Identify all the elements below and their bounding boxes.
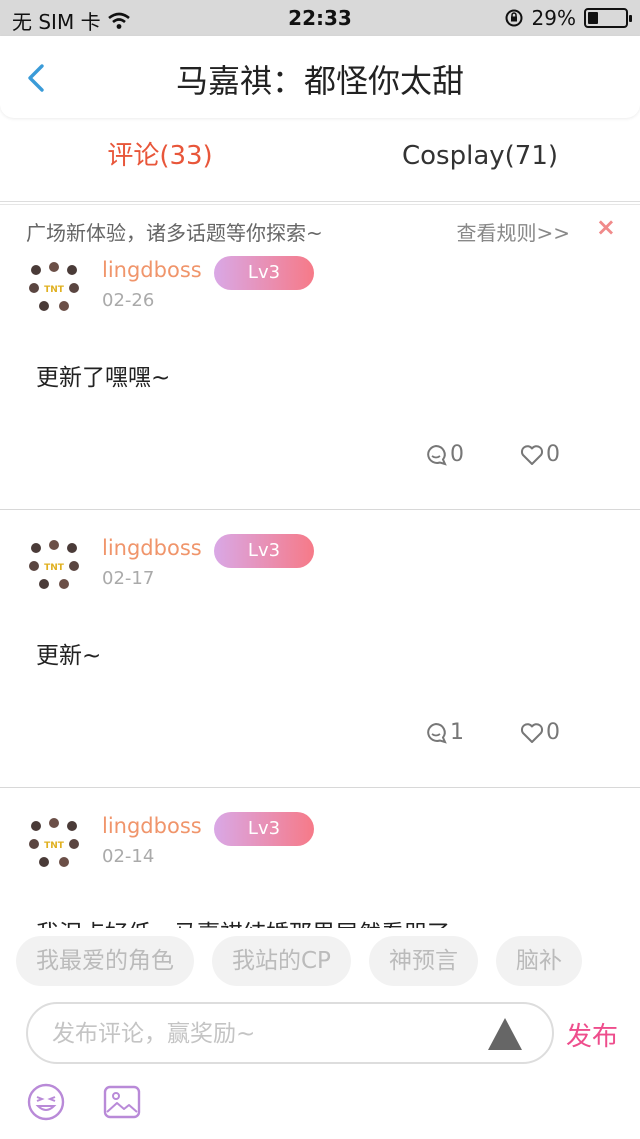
comment-button[interactable]: 1 [424, 720, 464, 745]
comment-feed[interactable]: TNT lingdboss Lv3 02-26 更新了嘿嘿~ 0 0 TNT l… [0, 254, 640, 928]
post-item[interactable]: TNT lingdboss Lv3 02-17 更新~ 1 0 [0, 510, 640, 788]
tab-cosplay[interactable]: Cosplay(71) [320, 118, 640, 201]
post-content: 更新了嘿嘿~ [36, 365, 171, 391]
notice-banner: 广场新体验，诸多话题等你探索~ 查看规则>> × [0, 204, 640, 254]
svg-text:TNT: TNT [44, 563, 65, 573]
username[interactable]: lingdboss [102, 536, 202, 560]
like-count: 0 [546, 442, 560, 467]
post-item[interactable]: TNT lingdboss Lv3 02-14 我泪点好低，马嘉祺结婚那里居然看… [0, 788, 640, 928]
tab-comments[interactable]: 评论(33) [0, 118, 320, 201]
topic-chip[interactable]: 我最爱的角色 [16, 936, 194, 986]
avatar[interactable]: TNT [26, 260, 82, 316]
publish-button[interactable]: 发布 [566, 1016, 618, 1053]
topic-chip[interactable]: 神预言 [368, 936, 478, 986]
avatar[interactable]: TNT [26, 816, 82, 872]
comment-input[interactable] [52, 1016, 472, 1052]
svg-text:TNT: TNT [44, 285, 65, 295]
comment-count: 0 [450, 442, 464, 467]
post-content: 更新~ [36, 643, 102, 669]
battery-percent: 29% [531, 6, 576, 30]
comment-icon [427, 722, 447, 744]
triangle-up-icon[interactable] [488, 1018, 522, 1050]
status-bar: 无 SIM 卡 22:33 29% [0, 0, 640, 36]
heart-icon [520, 444, 544, 465]
post-content: 我泪点好低，马嘉祺结婚那里居然看哭了wc [36, 914, 481, 928]
comment-icon [427, 444, 447, 466]
like-button[interactable]: 0 [520, 442, 560, 467]
post-date: 02-17 [102, 568, 155, 589]
topic-chip[interactable]: 脑补 [495, 936, 582, 986]
nav-header: 马嘉祺：都怪你太甜 [0, 36, 640, 118]
status-right-group: 29% [504, 6, 632, 30]
emoji-icon[interactable] [26, 1082, 66, 1122]
battery-icon [584, 8, 632, 28]
like-button[interactable]: 0 [520, 720, 560, 745]
tab-bar: 评论(33) Cosplay(71) [0, 118, 640, 202]
topic-chip[interactable]: 我站的CP [212, 936, 351, 986]
level-badge: Lv3 [214, 812, 314, 846]
level-badge: Lv3 [214, 256, 314, 290]
comment-count: 1 [450, 720, 464, 745]
notice-text: 广场新体验，诸多话题等你探索~ [26, 221, 323, 245]
comment-composer[interactable] [26, 1002, 554, 1064]
view-rules-link[interactable]: 查看规则>> [456, 217, 570, 246]
feed-list: TNT lingdboss Lv3 02-26 更新了嘿嘿~ 0 0 TNT l… [0, 254, 640, 928]
username[interactable]: lingdboss [102, 258, 202, 282]
image-icon[interactable] [102, 1082, 142, 1122]
username[interactable]: lingdboss [102, 814, 202, 838]
post-item[interactable]: TNT lingdboss Lv3 02-26 更新了嘿嘿~ 0 0 [0, 254, 640, 510]
battery-fill [588, 12, 599, 24]
bottom-composer-panel: 我最爱的角色 我站的CP 神预言 脑补 发布 [0, 928, 640, 1139]
post-date: 02-26 [102, 290, 155, 311]
topic-chips: 我最爱的角色 我站的CP 神预言 脑补 [16, 936, 582, 986]
level-badge: Lv3 [214, 534, 314, 568]
orientation-lock-icon [505, 9, 523, 27]
comment-button[interactable]: 0 [424, 442, 464, 467]
avatar[interactable]: TNT [26, 538, 82, 594]
like-count: 0 [546, 720, 560, 745]
close-icon[interactable]: × [596, 213, 616, 241]
svg-text:TNT: TNT [44, 841, 65, 851]
heart-icon [520, 722, 544, 743]
post-date: 02-14 [102, 846, 155, 867]
page-title: 马嘉祺：都怪你太甜 [175, 62, 464, 100]
